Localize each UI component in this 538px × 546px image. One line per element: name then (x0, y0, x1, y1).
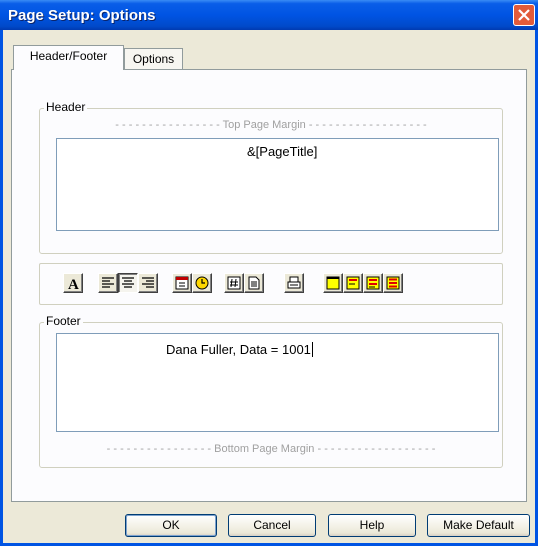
level-3-icon (366, 276, 380, 290)
tab-options[interactable]: Options (124, 48, 183, 70)
ok-button[interactable]: OK (125, 514, 217, 537)
align-left-icon (102, 277, 114, 288)
date-icon (175, 276, 189, 290)
bottom-margin-line: - - - - - - - - - - - - - - - - Bottom P… (106, 443, 436, 455)
insert-page-count-button[interactable] (244, 273, 264, 293)
footer-text-field[interactable]: Dana Fuller, Data = 1001 (56, 333, 499, 432)
align-center-button[interactable] (118, 273, 138, 293)
clock-icon (195, 276, 209, 290)
close-icon (518, 9, 530, 21)
print-icon (287, 276, 301, 289)
insert-date-button[interactable] (172, 273, 192, 293)
cancel-button[interactable]: Cancel (228, 514, 316, 537)
close-button[interactable] (513, 4, 535, 26)
level-4-button[interactable] (383, 273, 403, 293)
window-title: Page Setup: Options (8, 7, 156, 24)
footer-group-label: Footer (44, 314, 83, 328)
help-button[interactable]: Help (328, 514, 416, 537)
header-text-value: &[PageTitle] (247, 144, 318, 159)
header-group-label: Header (44, 100, 88, 114)
font-button[interactable]: A (63, 273, 83, 293)
level-1-icon (326, 276, 340, 290)
header-text-field[interactable]: &[PageTitle] (56, 138, 499, 231)
level-3-button[interactable] (363, 273, 383, 293)
print-button[interactable] (284, 273, 304, 293)
svg-text:A: A (68, 277, 79, 291)
insert-time-button[interactable] (192, 273, 212, 293)
top-margin-label: Top Page Margin (222, 119, 306, 131)
bottom-margin-label: Bottom Page Margin (214, 443, 315, 455)
align-left-button[interactable] (98, 273, 118, 293)
align-right-button[interactable] (138, 273, 158, 293)
page-number-icon (227, 276, 241, 290)
level-1-button[interactable] (323, 273, 343, 293)
make-default-button[interactable]: Make Default (427, 514, 530, 537)
align-right-icon (142, 277, 154, 288)
insert-page-number-button[interactable] (224, 273, 244, 293)
level-4-icon (386, 276, 400, 290)
align-center-icon (122, 277, 134, 288)
font-icon: A (68, 277, 79, 291)
top-margin-line: - - - - - - - - - - - - - - - - Top Page… (115, 119, 427, 131)
title-bar[interactable]: Page Setup: Options (0, 0, 538, 30)
level-2-icon (346, 276, 360, 290)
text-caret (311, 342, 313, 357)
tab-header-footer[interactable]: Header/Footer (13, 45, 124, 70)
footer-text-value: Dana Fuller, Data = 1001 (166, 342, 313, 357)
level-2-button[interactable] (343, 273, 363, 293)
page-count-icon (248, 276, 260, 290)
